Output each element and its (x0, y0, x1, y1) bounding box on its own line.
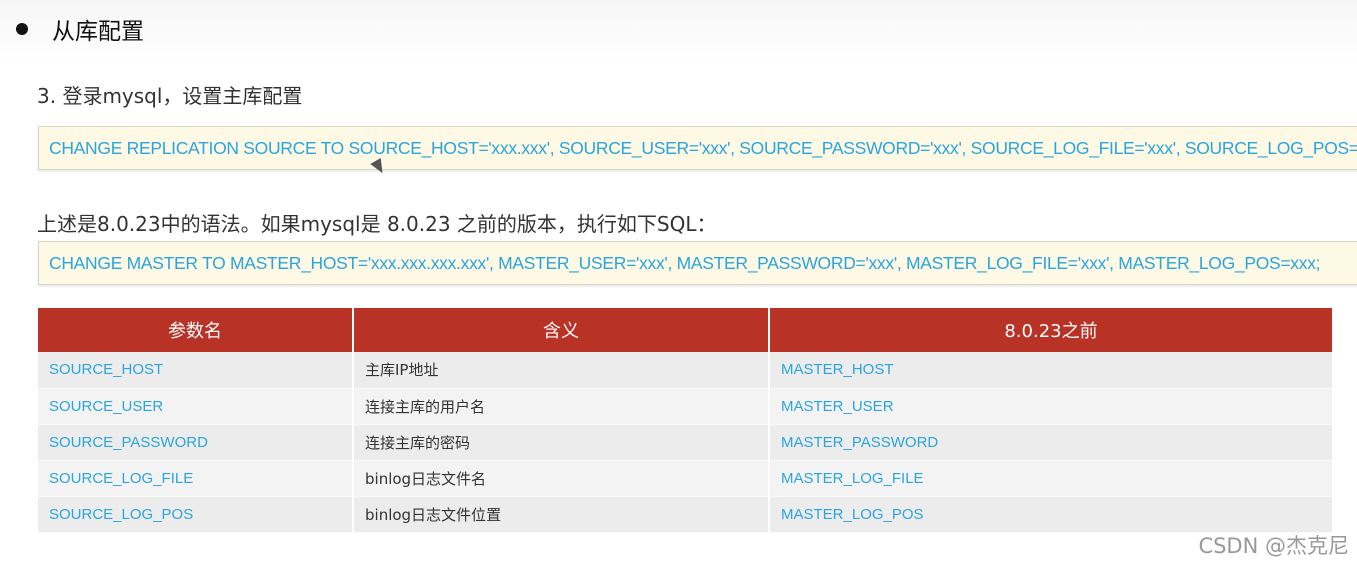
table-row: SOURCE_USER 连接主库的用户名 MASTER_USER (38, 388, 1332, 425)
cell-meaning: 连接主库的密码 (353, 424, 770, 461)
cell-meaning: 主库IP地址 (353, 352, 770, 389)
cell-param: SOURCE_LOG_FILE (38, 460, 354, 497)
cell-old-param: MASTER_LOG_POS (769, 496, 1332, 533)
cell-old-param: MASTER_HOST (769, 352, 1332, 389)
table-row: SOURCE_HOST 主库IP地址 MASTER_HOST (38, 352, 1332, 389)
cell-param: SOURCE_LOG_POS (38, 496, 354, 533)
bullet-icon (16, 23, 28, 35)
heading-text: 从库配置 (52, 19, 144, 45)
step-text: 3. 登录mysql，设置主库配置 (37, 84, 303, 108)
cell-old-param: MASTER_USER (769, 388, 1332, 425)
header-meaning: 含义 (353, 308, 770, 352)
code-block-new-syntax[interactable]: CHANGE REPLICATION SOURCE TO SOURCE_HOST… (38, 126, 1357, 170)
cell-param: SOURCE_USER (38, 388, 354, 425)
table-header-row: 参数名 含义 8.0.23之前 (38, 308, 1332, 352)
cell-param: SOURCE_HOST (38, 352, 354, 389)
header-before-8023: 8.0.23之前 (769, 308, 1332, 352)
cell-meaning: binlog日志文件名 (353, 460, 770, 497)
version-note: 上述是8.0.23中的语法。如果mysql是 8.0.23 之前的版本，执行如下… (37, 212, 717, 236)
header-param-name: 参数名 (38, 308, 354, 352)
cell-meaning: 连接主库的用户名 (353, 388, 770, 425)
table-row: SOURCE_LOG_FILE binlog日志文件名 MASTER_LOG_F… (38, 460, 1332, 497)
top-band (0, 0, 1357, 62)
code-block-old-syntax[interactable]: CHANGE MASTER TO MASTER_HOST='xxx.xxx.xx… (38, 241, 1357, 285)
section-heading: 从库配置 (14, 14, 144, 45)
cell-param: SOURCE_PASSWORD (38, 424, 354, 461)
cell-old-param: MASTER_LOG_FILE (769, 460, 1332, 497)
parameter-table: 参数名 含义 8.0.23之前 SOURCE_HOST 主库IP地址 MASTE… (38, 308, 1332, 533)
table-row: SOURCE_PASSWORD 连接主库的密码 MASTER_PASSWORD (38, 424, 1332, 461)
cell-meaning: binlog日志文件位置 (353, 496, 770, 533)
csdn-watermark: CSDN @杰克尼 (1198, 534, 1349, 558)
cell-old-param: MASTER_PASSWORD (769, 424, 1332, 461)
table-row: SOURCE_LOG_POS binlog日志文件位置 MASTER_LOG_P… (38, 496, 1332, 533)
